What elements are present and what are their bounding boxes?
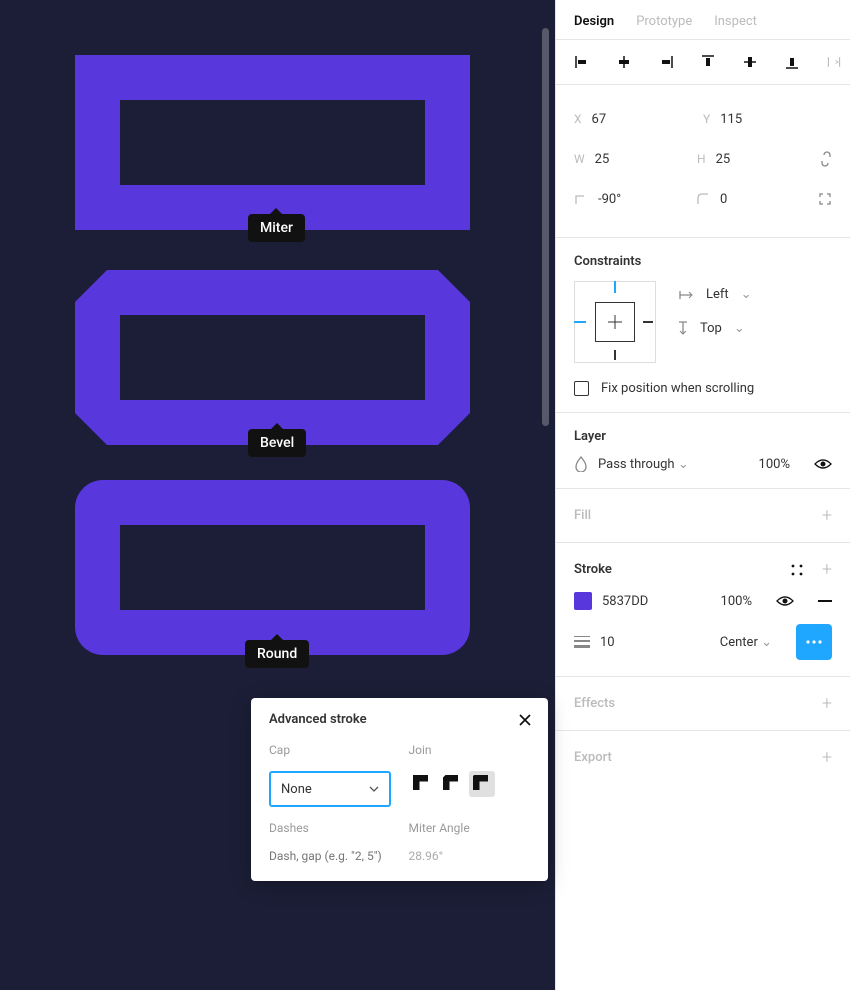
eye-icon[interactable] bbox=[814, 458, 832, 470]
tab-prototype[interactable]: Prototype bbox=[636, 14, 692, 29]
effects-section: Effects bbox=[556, 677, 850, 731]
add-stroke-button[interactable] bbox=[822, 559, 832, 580]
constraints-section: Constraints Left ⌄ Top ⌄ bbox=[556, 238, 850, 413]
stroke-title: Stroke bbox=[574, 562, 612, 577]
fill-title: Fill bbox=[574, 508, 591, 523]
chevron-down-icon bbox=[369, 786, 379, 792]
transform-section: X 67 Y 115 W 25 H 25 -90° 0 bbox=[556, 85, 850, 238]
chevron-down-icon: ⌄ bbox=[741, 287, 752, 302]
vertical-icon bbox=[678, 320, 688, 336]
constraints-widget[interactable] bbox=[574, 281, 656, 363]
alignment-toolbar bbox=[556, 40, 850, 85]
rotation-input[interactable]: -90° bbox=[598, 192, 621, 207]
constraint-horizontal-value: Left bbox=[706, 287, 729, 302]
fix-position-label: Fix position when scrolling bbox=[601, 381, 754, 396]
export-title: Export bbox=[574, 750, 612, 765]
y-label: Y bbox=[703, 112, 710, 126]
add-effect-button[interactable] bbox=[822, 693, 832, 714]
x-input[interactable]: 67 bbox=[592, 112, 607, 127]
cap-label: Cap bbox=[269, 743, 391, 757]
canvas-scrollbar[interactable] bbox=[542, 28, 549, 426]
blend-mode-select[interactable]: Pass through ⌄ bbox=[598, 457, 689, 472]
rotation-icon bbox=[574, 192, 588, 206]
w-input[interactable]: 25 bbox=[595, 152, 610, 167]
align-bottom-icon[interactable] bbox=[784, 54, 800, 70]
add-fill-button[interactable] bbox=[822, 505, 832, 526]
y-input[interactable]: 115 bbox=[720, 112, 742, 127]
cap-value: None bbox=[281, 782, 312, 797]
constraint-horizontal-select[interactable]: Left ⌄ bbox=[678, 287, 752, 302]
stroke-color-hex[interactable]: 5837DD bbox=[602, 594, 648, 609]
stroke-color-swatch[interactable] bbox=[574, 592, 592, 610]
advanced-stroke-button[interactable] bbox=[796, 624, 832, 660]
distribute-icon[interactable] bbox=[826, 54, 842, 70]
join-bevel-button[interactable] bbox=[439, 771, 465, 797]
stroke-align-select[interactable]: Center ⌄ bbox=[720, 635, 772, 650]
independent-corners-icon[interactable] bbox=[818, 192, 832, 206]
miter-angle-label: Miter Angle bbox=[409, 821, 531, 835]
remove-stroke-button[interactable] bbox=[818, 600, 832, 602]
close-icon[interactable] bbox=[518, 713, 532, 727]
join-round-button[interactable] bbox=[469, 771, 495, 797]
align-vcenter-icon[interactable] bbox=[742, 54, 758, 70]
stroke-opacity-input[interactable]: 100% bbox=[721, 594, 752, 609]
shape-round[interactable] bbox=[75, 480, 470, 655]
layer-section: Layer Pass through ⌄ 100% bbox=[556, 413, 850, 489]
chevron-down-icon: ⌄ bbox=[734, 321, 745, 336]
tooltip-round: Round bbox=[245, 640, 309, 668]
canvas[interactable]: Miter Bevel Round Advanced stroke Cap Jo… bbox=[0, 0, 555, 990]
blend-mode-icon[interactable] bbox=[574, 456, 588, 472]
align-top-icon[interactable] bbox=[700, 54, 716, 70]
w-label: W bbox=[574, 152, 585, 166]
fill-section: Fill bbox=[556, 489, 850, 543]
tab-design[interactable]: Design bbox=[574, 14, 614, 29]
tooltip-bevel: Bevel bbox=[248, 429, 306, 457]
stroke-section: Stroke 5837DD 100% 10 Center ⌄ bbox=[556, 543, 850, 677]
stroke-weight-input[interactable]: 10 bbox=[600, 635, 615, 650]
corner-radius-input[interactable]: 0 bbox=[720, 192, 727, 207]
cap-select[interactable]: None bbox=[269, 771, 391, 807]
fix-position-checkbox[interactable] bbox=[574, 381, 589, 396]
stroke-styles-icon[interactable] bbox=[790, 563, 804, 577]
shape-miter[interactable] bbox=[75, 55, 470, 230]
x-label: X bbox=[574, 112, 582, 126]
eye-icon[interactable] bbox=[776, 595, 794, 607]
corner-radius-icon bbox=[696, 192, 710, 206]
panel-tabs: Design Prototype Inspect bbox=[556, 0, 850, 40]
layer-opacity-input[interactable]: 100% bbox=[759, 457, 790, 472]
align-hcenter-icon[interactable] bbox=[616, 54, 632, 70]
add-export-button[interactable] bbox=[822, 747, 832, 768]
shape-bevel[interactable] bbox=[75, 270, 470, 445]
h-input[interactable]: 25 bbox=[716, 152, 731, 167]
constraint-vertical-value: Top bbox=[700, 321, 722, 336]
horizontal-icon bbox=[678, 290, 694, 300]
tooltip-miter: Miter bbox=[248, 214, 305, 242]
join-miter-button[interactable] bbox=[409, 771, 435, 797]
dashes-label: Dashes bbox=[269, 821, 391, 835]
align-left-icon[interactable] bbox=[574, 54, 590, 70]
layer-title: Layer bbox=[574, 429, 606, 444]
join-label: Join bbox=[409, 743, 531, 757]
constraints-title: Constraints bbox=[574, 254, 641, 269]
effects-title: Effects bbox=[574, 696, 615, 711]
miter-angle-value: 28.96° bbox=[409, 849, 531, 863]
stroke-weight-icon bbox=[574, 636, 590, 648]
constraint-vertical-select[interactable]: Top ⌄ bbox=[678, 320, 752, 336]
export-section: Export bbox=[556, 731, 850, 784]
tab-inspect[interactable]: Inspect bbox=[714, 14, 757, 29]
align-right-icon[interactable] bbox=[658, 54, 674, 70]
constrain-proportions-icon[interactable] bbox=[820, 150, 832, 168]
inspector-panel: Design Prototype Inspect X67 Y115 W25 H2… bbox=[555, 0, 850, 990]
advanced-stroke-popover: Advanced stroke Cap Join None bbox=[251, 698, 548, 881]
popover-title: Advanced stroke bbox=[269, 712, 367, 727]
h-label: H bbox=[697, 152, 706, 166]
dashes-input[interactable] bbox=[269, 849, 391, 863]
